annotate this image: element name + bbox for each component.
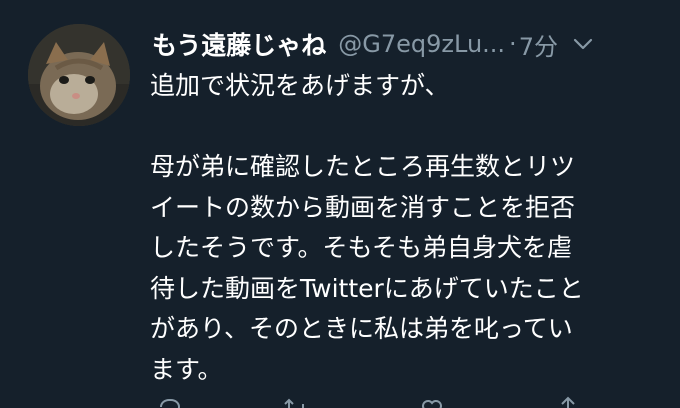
- user-handle[interactable]: @G7eq9zLu...: [338, 30, 505, 58]
- tweet-text-line: 待した動画をTwitterにあげていたこと: [150, 273, 584, 303]
- separator-dot: ·: [509, 30, 517, 58]
- tweet-card[interactable]: もう遠藤じゃね @G7eq9zLu... · 7分 追加で状況をあげますが、 母…: [0, 0, 680, 408]
- tweet-text-line: 追加で状況をあげますが、: [150, 71, 450, 100]
- tweet-text: 追加で状況をあげますが、 母が弟に確認したところ再生数とリツ イートの数から動画…: [150, 66, 670, 390]
- tweet-text-line: ます。: [150, 354, 223, 384]
- reply-icon[interactable]: [158, 396, 182, 408]
- tweet-text-line: イートの数から動画を消すことを拒否: [150, 192, 576, 222]
- retweet-icon[interactable]: [284, 396, 308, 408]
- timestamp[interactable]: 7分: [519, 27, 558, 62]
- cat-avatar-image: [28, 24, 130, 126]
- display-name[interactable]: もう遠藤じゃね: [152, 26, 326, 62]
- tweet-text-line: [150, 107, 670, 148]
- chevron-down-icon[interactable]: [572, 33, 594, 55]
- share-icon[interactable]: [556, 396, 580, 408]
- avatar[interactable]: [28, 24, 130, 126]
- tweet-text-line: があり、そのときに私は弟を叱ってい: [150, 314, 573, 343]
- tweet-actions: [150, 396, 670, 408]
- tweet-text-line: したそうです。そもそも弟自身犬を虐: [150, 233, 573, 262]
- tweet-text-line: 母が弟に確認したところ再生数とリツ: [150, 152, 576, 181]
- heart-icon[interactable]: [420, 396, 444, 408]
- tweet-header: もう遠藤じゃね @G7eq9zLu... · 7分: [152, 26, 662, 62]
